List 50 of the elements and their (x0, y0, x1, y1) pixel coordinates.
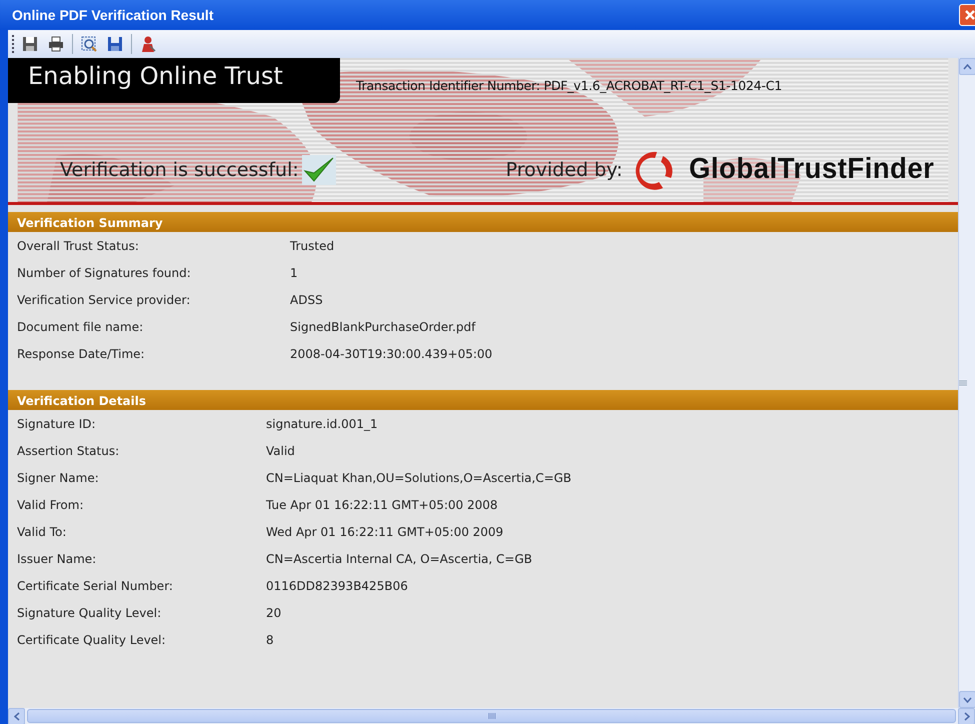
field-value: Trusted (290, 238, 334, 254)
provider-label: Provided by: (506, 158, 623, 183)
verification-message: Verification is successful: (60, 158, 299, 183)
save-icon[interactable] (21, 35, 39, 53)
grip-icon (488, 713, 496, 719)
window-title: Online PDF Verification Result (12, 6, 214, 24)
section-header: Verification Summary (8, 212, 958, 232)
zoom-icon[interactable] (80, 35, 98, 53)
field-value: 1 (290, 264, 298, 282)
field-label: Valid To: (17, 524, 68, 540)
field-value: CN=Ascertia Internal CA, O=Ascertia, C=GB (266, 550, 532, 568)
field-value: 0116DD82393B425B06 (266, 578, 408, 594)
transaction-id: Transaction Identifier Number: PDF_v1.6_ACROBAT_RT-C1_S1-1024-C1 (356, 77, 782, 96)
grip-icon (959, 380, 967, 386)
field-label: Signer Name: (17, 470, 100, 486)
field-label: Assertion Status: (17, 442, 120, 460)
field-value: 8 (266, 632, 274, 648)
scroll-thumb[interactable] (27, 709, 956, 723)
field-value: ADSS (290, 292, 323, 308)
brand-name: GlobalTrustFinder (688, 152, 934, 188)
field-value: 20 (266, 604, 282, 622)
field-value: Wed Apr 01 16:22:11 GMT+05:00 2009 (266, 524, 504, 540)
field-label: Signature ID: (17, 416, 97, 432)
person-icon[interactable] (139, 35, 157, 53)
field-value: Valid (266, 442, 295, 460)
field-value: Tue Apr 01 16:22:11 GMT+05:00 2008 (266, 496, 498, 514)
field-label: Number of Signatures found: (17, 264, 192, 282)
field-label: Verification Service provider: (17, 292, 192, 308)
field-value: 2008-04-30T19:30:00.439+05:00 (290, 346, 492, 362)
field-label: Issuer Name: (17, 550, 98, 568)
field-value: signature.id.001_1 (266, 416, 378, 432)
field-label: Signature Quality Level: (17, 604, 162, 622)
scroll-left-button[interactable] (8, 708, 25, 724)
scroll-up-button[interactable] (959, 58, 975, 75)
field-label: Overall Trust Status: (17, 238, 140, 254)
scroll-right-button[interactable] (958, 708, 975, 724)
save-icon[interactable] (106, 35, 124, 53)
field-label: Document file name: (17, 318, 144, 336)
field-label: Response Date/Time: (17, 346, 146, 362)
print-icon[interactable] (47, 35, 65, 53)
close-icon (964, 9, 975, 21)
field-label: Valid From: (17, 496, 85, 514)
section-header: Verification Details (8, 390, 958, 410)
tagline: Enabling Online Trust (8, 58, 340, 103)
field-label: Certificate Quality Level: (17, 632, 167, 648)
field-label: Certificate Serial Number: (17, 578, 174, 594)
field-value: CN=Liaquat Khan,OU=Solutions,O=Ascertia,C=GB (266, 470, 572, 486)
scroll-down-button[interactable] (959, 691, 975, 708)
field-value: SignedBlankPurchaseOrder.pdf (290, 318, 476, 336)
close-button[interactable] (959, 4, 975, 26)
